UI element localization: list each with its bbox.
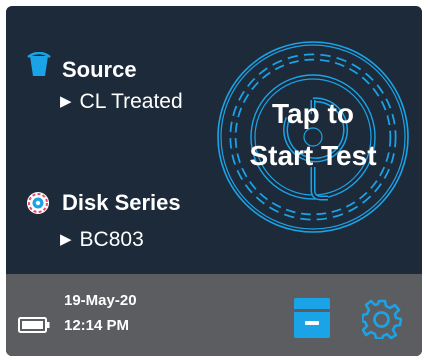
device-screen: Source ▶ CL Treated Disk Series ▶ BC803 [6, 6, 422, 356]
test-disk-graphic [217, 41, 409, 233]
date-text: 19-May-20 [64, 292, 137, 309]
archive-icon[interactable] [294, 298, 330, 338]
main-panel: Source ▶ CL Treated Disk Series ▶ BC803 [6, 6, 422, 274]
time-text: 12:14 PM [64, 317, 130, 334]
disk-icon [27, 192, 49, 214]
water-cup-icon [27, 52, 51, 76]
status-bar: 19-May-20 12:14 PM [6, 274, 422, 356]
source-value-text: CL Treated [79, 90, 183, 113]
gear-icon[interactable] [362, 299, 402, 339]
disk-series-value-text: BC803 [79, 228, 144, 251]
source-value[interactable]: ▶ CL Treated [60, 90, 183, 114]
disk-series-value[interactable]: ▶ BC803 [60, 228, 144, 252]
start-test-button[interactable]: Tap to Start Test [216, 40, 410, 234]
triangle-bullet-icon: ▶ [60, 93, 72, 110]
triangle-bullet-icon: ▶ [60, 231, 72, 248]
source-label: Source [62, 57, 137, 82]
disk-series-label: Disk Series [62, 190, 181, 215]
start-test-line1: Tap to [272, 98, 354, 129]
start-test-line2: Start Test [249, 140, 377, 171]
battery-icon [18, 317, 50, 333]
